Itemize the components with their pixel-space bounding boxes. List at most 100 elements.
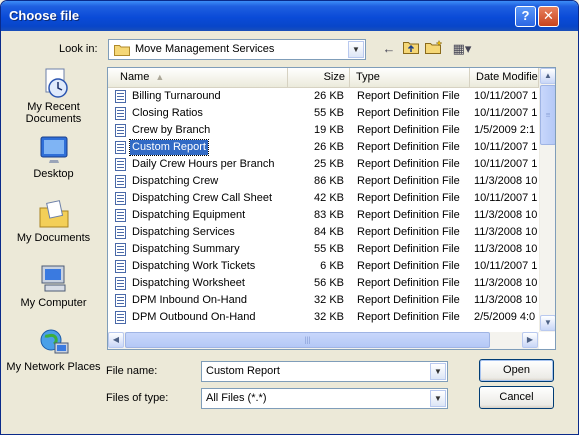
file-type-cell: Report Definition File: [357, 192, 460, 204]
up-folder-button[interactable]: [402, 40, 420, 58]
file-name-value: Custom Report: [206, 365, 280, 377]
file-date-cell: 1/5/2009 2:1: [474, 124, 536, 136]
file-name-field[interactable]: Custom Report ▼: [201, 361, 448, 382]
report-file-icon: [115, 192, 126, 205]
column-header-type[interactable]: Type: [350, 68, 470, 87]
computer-icon: [37, 263, 71, 295]
file-row[interactable]: Dispatching Crew Call Sheet 42 KB Report D…: [108, 190, 539, 207]
report-file-icon: [115, 90, 126, 103]
file-name-cell: Dispatching Worksheet: [132, 277, 245, 289]
clock-doc-icon: [37, 67, 71, 99]
scroll-up-button[interactable]: ▲: [540, 68, 555, 84]
file-type-cell: Report Definition File: [357, 158, 460, 170]
column-header-date[interactable]: Date Modifie: [470, 68, 539, 87]
file-row[interactable]: Dispatching Work Tickets 6 KB Report Defin…: [108, 258, 539, 275]
back-arrow-icon: ←: [382, 41, 396, 56]
file-size-cell: 83 KB: [314, 209, 344, 221]
chevron-down-icon[interactable]: ▼: [348, 41, 364, 58]
look-in-dropdown[interactable]: Move Management Services ▼: [108, 39, 366, 60]
sort-ascending-icon: ▲: [155, 72, 165, 82]
horizontal-scrollbar[interactable]: ◀ ||| ▶: [108, 332, 539, 349]
file-row[interactable]: DPM Inbound On-Hand 32 KB Report Definitio…: [108, 292, 539, 309]
cancel-button[interactable]: Cancel: [479, 386, 554, 409]
column-size-label: Size: [323, 71, 345, 83]
file-type-cell: Report Definition File: [357, 90, 460, 102]
file-row[interactable]: Dispatching Summary 55 KB Report Definitio…: [108, 241, 539, 258]
file-row[interactable]: Custom Report 26 KB Report Definition File…: [108, 139, 539, 156]
place-my-computer[interactable]: My Computer: [5, 263, 102, 309]
column-header-name[interactable]: Name ▲: [108, 68, 288, 87]
file-row[interactable]: Dispatching Equipment 83 KB Report Definit…: [108, 207, 539, 224]
back-button[interactable]: ←: [380, 40, 398, 58]
files-of-type-label: Files of type:: [106, 392, 169, 404]
file-row[interactable]: Closing Ratios 55 KB Report Definition Fil…: [108, 105, 539, 122]
file-type-cell: Report Definition File: [357, 226, 460, 238]
file-date-cell: 10/11/2007 1: [474, 158, 538, 170]
files-of-type-dropdown[interactable]: All Files (*.*) ▼: [201, 388, 448, 409]
file-size-cell: 42 KB: [314, 192, 344, 204]
file-size-cell: 32 KB: [314, 294, 344, 306]
scroll-left-button[interactable]: ◀: [108, 332, 124, 348]
place-desktop[interactable]: Desktop: [5, 134, 102, 180]
help-button[interactable]: ?: [515, 6, 536, 27]
file-date-cell: 10/11/2007 1: [474, 260, 538, 272]
file-size-cell: 84 KB: [314, 226, 344, 238]
up-folder-icon: [403, 42, 419, 54]
place-label: Desktop: [33, 168, 74, 180]
place-label: My Recent Documents: [25, 101, 82, 125]
file-row[interactable]: Dispatching Services 84 KB Report Definiti…: [108, 224, 539, 241]
chevron-down-icon[interactable]: ▼: [430, 363, 446, 380]
places-bar: My Recent Documents Desktop My Documents…: [5, 67, 102, 427]
open-button[interactable]: Open: [479, 359, 554, 382]
window-title: Choose file: [9, 8, 80, 23]
column-type-label: Type: [356, 71, 380, 83]
new-folder-button[interactable]: [425, 39, 443, 58]
files-of-type-value: All Files (*.*): [206, 392, 267, 404]
vertical-scrollbar[interactable]: ▲ ≡ ▼: [539, 68, 555, 332]
file-date-cell: 11/3/2008 10: [474, 226, 538, 238]
scroll-right-button[interactable]: ▶: [522, 332, 538, 348]
column-header-size[interactable]: Size: [288, 68, 350, 87]
title-bar[interactable]: Choose file ? ✕: [1, 1, 578, 31]
look-in-label: Look in:: [59, 43, 98, 55]
views-icon: ▦▾: [452, 41, 472, 56]
vertical-scroll-thumb[interactable]: ≡: [540, 85, 555, 145]
report-file-icon: [115, 124, 126, 137]
close-button[interactable]: ✕: [538, 6, 559, 27]
file-size-cell: 26 KB: [314, 90, 344, 102]
file-row[interactable]: Dispatching Crew 86 KB Report Definition F…: [108, 173, 539, 190]
report-file-icon: [115, 175, 126, 188]
file-type-cell: Report Definition File: [357, 260, 460, 272]
chevron-down-icon[interactable]: ▼: [430, 390, 446, 407]
place-my-recent-documents[interactable]: My Recent Documents: [5, 67, 102, 125]
file-size-cell: 56 KB: [314, 277, 344, 289]
horizontal-scroll-thumb[interactable]: |||: [125, 332, 490, 348]
file-list[interactable]: Name ▲ Size Type Date Modifie Billing Tur…: [107, 67, 556, 350]
file-date-cell: 11/3/2008 10: [474, 294, 538, 306]
file-size-cell: 25 KB: [314, 158, 344, 170]
file-name-cell: DPM Outbound On-Hand: [132, 311, 256, 323]
place-my-network-places[interactable]: My Network Places: [5, 327, 102, 373]
file-type-cell: Report Definition File: [357, 124, 460, 136]
file-date-cell: 11/3/2008 10: [474, 243, 538, 255]
file-size-cell: 32 KB: [314, 311, 344, 323]
scroll-down-button[interactable]: ▼: [540, 315, 555, 331]
file-row[interactable]: Billing Turnaround 26 KB Report Definition…: [108, 88, 539, 105]
file-row[interactable]: Dispatching Worksheet 56 KB Report Definit…: [108, 275, 539, 292]
desktop-icon: [37, 134, 71, 166]
file-date-cell: 11/3/2008 10: [474, 209, 538, 221]
choose-file-dialog: Choose file ? ✕ Look in: Move Management…: [0, 0, 579, 435]
file-name-cell: Dispatching Crew: [132, 175, 219, 187]
place-label: My Documents: [16, 232, 91, 244]
file-row[interactable]: Daily Crew Hours per Branch 25 KB Report D…: [108, 156, 539, 173]
file-row[interactable]: Crew by Branch 19 KB Report Definition Fil…: [108, 122, 539, 139]
file-size-cell: 55 KB: [314, 243, 344, 255]
file-type-cell: Report Definition File: [357, 243, 460, 255]
file-date-cell: 10/11/2007 1: [474, 141, 538, 153]
file-date-cell: 10/11/2007 1: [474, 107, 538, 119]
file-name-cell: Dispatching Summary: [132, 243, 240, 255]
views-menu-button[interactable]: ▦▾: [450, 40, 474, 58]
file-row[interactable]: DPM Outbound On-Hand 32 KB Report Definiti…: [108, 309, 539, 326]
file-size-cell: 55 KB: [314, 107, 344, 119]
place-my-documents[interactable]: My Documents: [5, 198, 102, 244]
